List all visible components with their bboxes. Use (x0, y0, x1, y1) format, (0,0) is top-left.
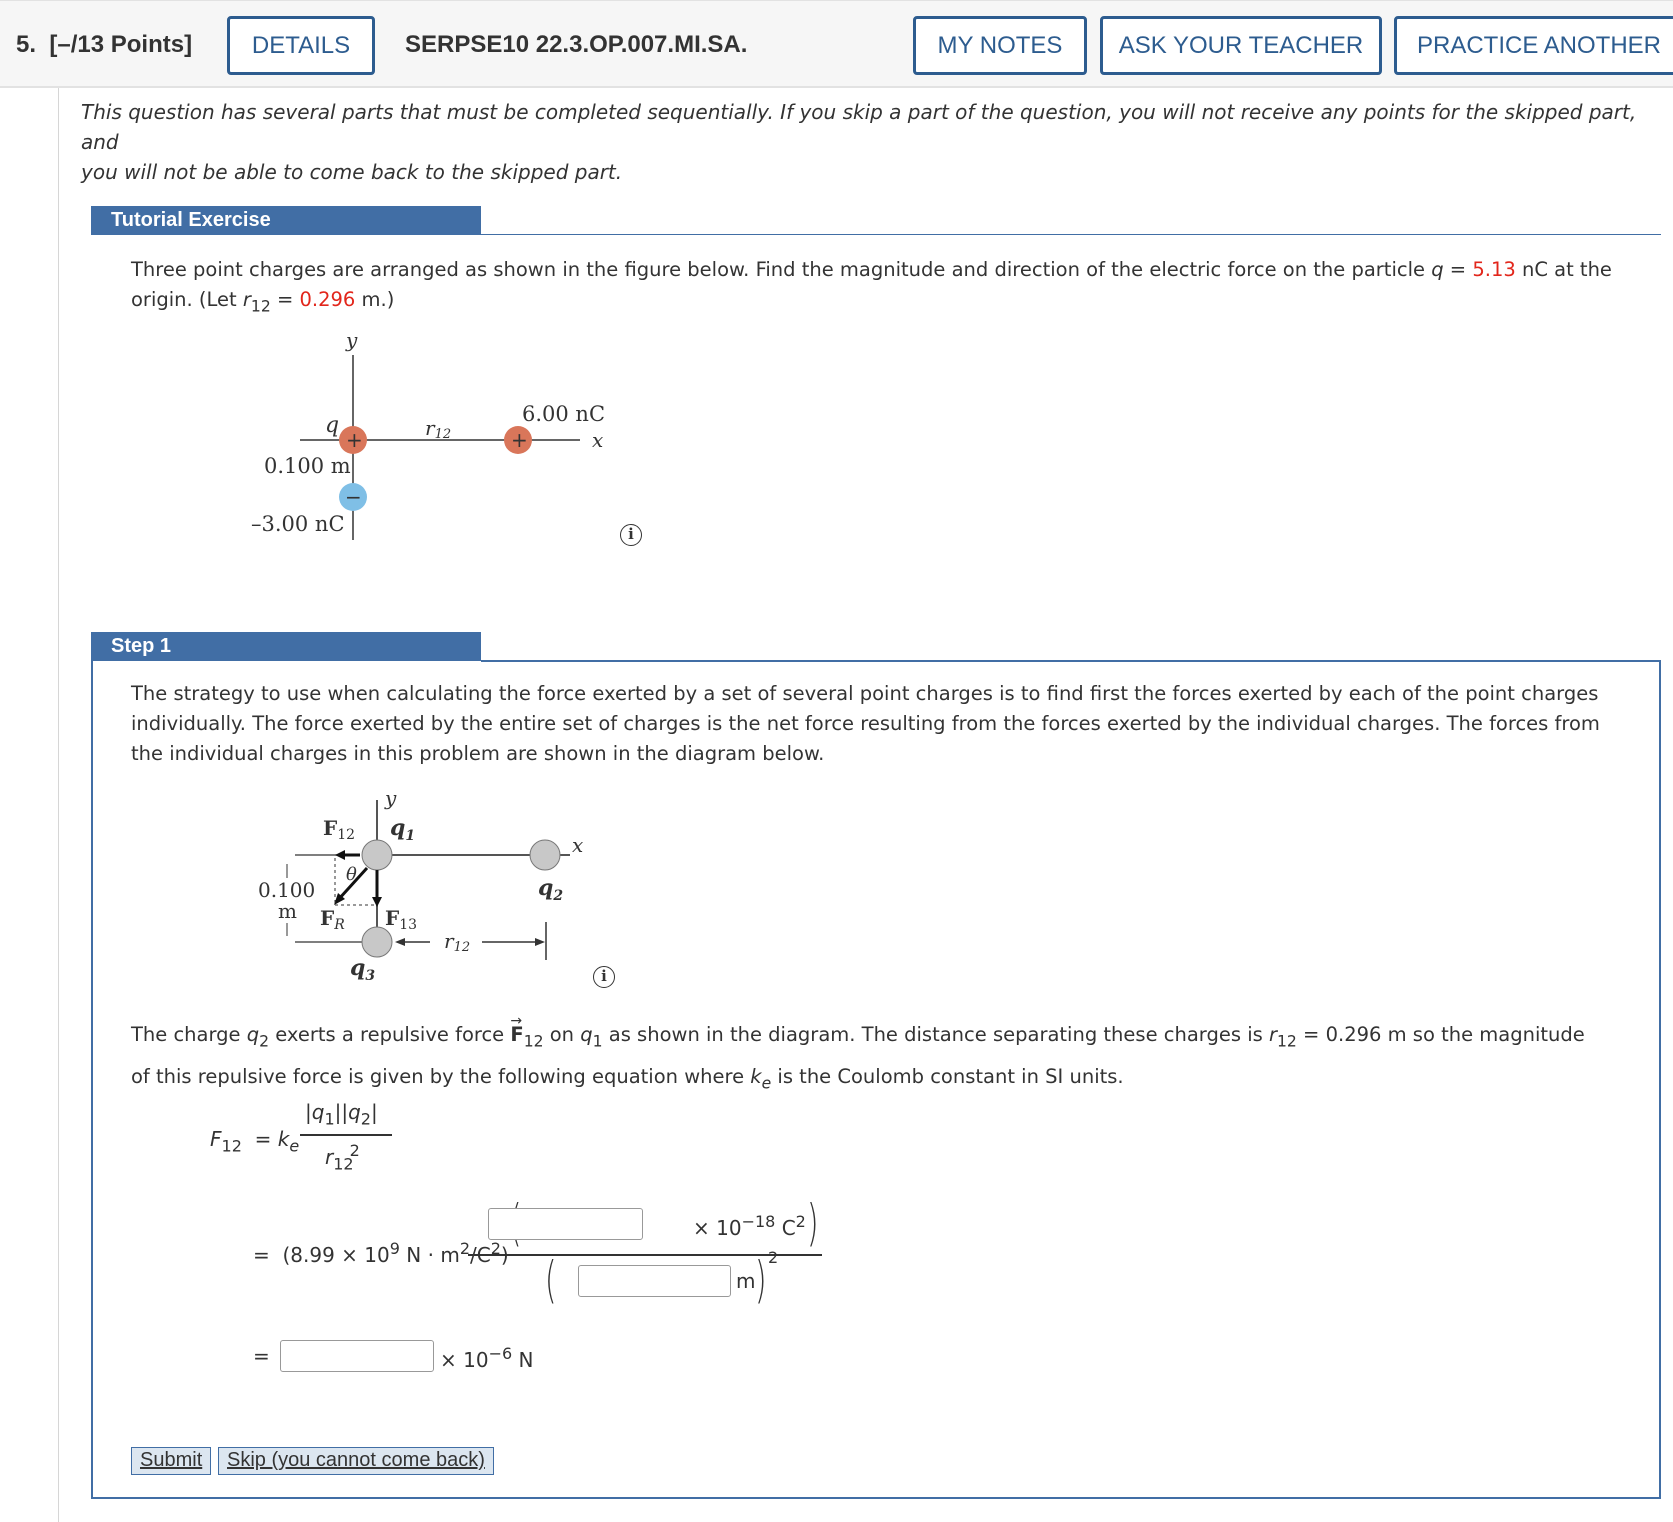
q2-label: q2 (538, 875, 563, 904)
paren-close: ) (806, 1194, 819, 1252)
submit-button[interactable]: Submit (131, 1447, 212, 1475)
intro-line: you will not be able to come back to the… (81, 160, 623, 184)
y-axis-label: y (345, 328, 358, 352)
plus-sign: + (346, 428, 363, 452)
skip-button[interactable]: Skip (you cannot come back) (218, 1447, 494, 1475)
minus-sign: − (345, 485, 362, 509)
question-header-bar: 5. [–/13 Points] DETAILS SERPSE10 22.3.O… (0, 0, 1673, 88)
fraction-bar (300, 1134, 392, 1136)
paren-open: ( (544, 1251, 557, 1309)
y-axis-label: y (384, 786, 397, 810)
distance-unit: m (278, 899, 297, 923)
charge-arrangement-figure: y x q + r12 + 6.00 nC 0.100 m − –3.00 nC (251, 328, 605, 540)
x-axis-label: x (592, 428, 603, 452)
plus-sign: + (511, 428, 528, 452)
left-divider (58, 88, 59, 1522)
eq-line2-prefix: = (8.99 × 109 N · m2/C2) (253, 1239, 509, 1267)
charge-q3 (361, 926, 393, 958)
denominator-unit: m (736, 1269, 756, 1293)
force-diagram-figure: y x F12 q1 q2 q3 θ FR F13 0.100 m r12 (258, 786, 583, 984)
my-notes-button[interactable]: MY NOTES (913, 16, 1087, 75)
q-value: 5.13 (1472, 258, 1516, 281)
distance-label: 0.100 m (264, 454, 351, 478)
info-icon[interactable]: i (620, 524, 642, 546)
intro-line: This question has several parts that mus… (81, 100, 1637, 154)
eq-numerator: |q1||q2| (305, 1100, 378, 1129)
step1-strategy-text: The strategy to use when calculating the… (131, 682, 1600, 765)
charge3-label: –3.00 nC (251, 512, 345, 536)
eq-lhs: F12 = ke (210, 1127, 300, 1156)
tutorial-rule (481, 234, 1661, 235)
paren-close: ) (754, 1251, 767, 1309)
charge-q2 (529, 839, 561, 871)
step1-heading: Step 1 (91, 632, 481, 661)
r12-label: r12 (444, 929, 470, 955)
details-button[interactable]: DETAILS (227, 16, 375, 75)
numerator-units: × 10−18 C2 (693, 1212, 806, 1240)
denominator-exponent: 2 (768, 1248, 779, 1267)
distance-input[interactable] (578, 1265, 731, 1297)
intro-instructions: This question has several parts that mus… (81, 97, 1661, 187)
step1-explanation-text: The charge q2 exerts a repulsive force →… (131, 1013, 1585, 1093)
charge2-label: 6.00 nC (522, 402, 605, 426)
r12-value: 0.296 (299, 288, 356, 311)
question-number-points: 5. [–/13 Points] (16, 31, 193, 58)
r12-label: r12 (425, 416, 451, 442)
eq-line3-equals: = (253, 1344, 270, 1368)
x-axis-label: x (572, 833, 583, 857)
problem-code: SERPSE10 22.3.OP.007.MI.SA. (405, 31, 748, 58)
tutorial-exercise-heading: Tutorial Exercise (91, 206, 481, 235)
F12-label: F12 (323, 816, 355, 843)
q3-label: q3 (350, 955, 375, 984)
charge-q1 (361, 839, 393, 871)
q-label: q (325, 413, 339, 438)
force-input[interactable] (280, 1340, 434, 1372)
theta-label: θ (346, 864, 357, 885)
practice-another-button[interactable]: PRACTICE ANOTHER (1394, 16, 1673, 75)
result-units: × 10−6 N (440, 1344, 534, 1372)
FR-label: FR (320, 906, 345, 933)
q1-label: q1 (390, 815, 415, 844)
F12-arrowhead (335, 850, 345, 860)
eq-denominator: r122 (325, 1141, 360, 1174)
tutorial-problem-text: Three point charges are arranged as show… (131, 258, 1612, 316)
charge-product-input[interactable] (488, 1208, 643, 1240)
ask-your-teacher-button[interactable]: ASK YOUR TEACHER (1100, 16, 1382, 75)
F13-label: F13 (385, 906, 417, 933)
info-icon[interactable]: i (593, 966, 615, 988)
